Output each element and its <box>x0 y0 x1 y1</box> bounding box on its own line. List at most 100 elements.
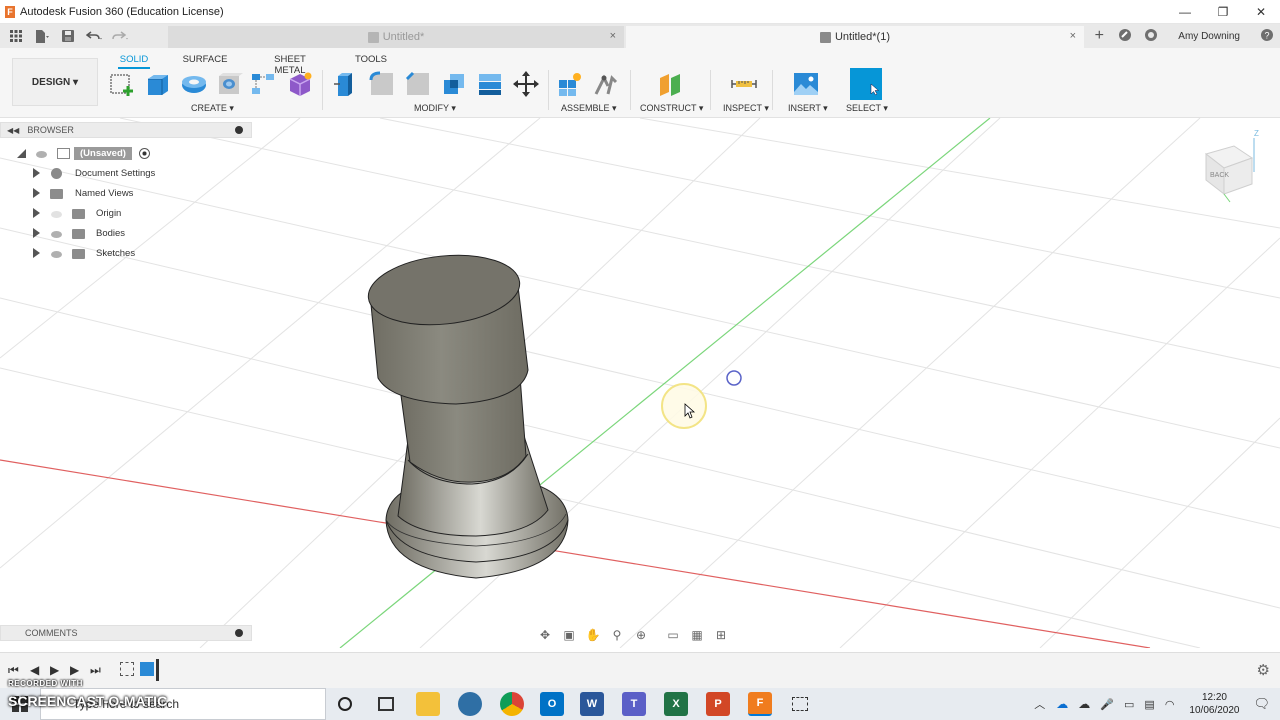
tree-root-row[interactable]: (Unsaved) <box>0 145 252 163</box>
fit-zoom-icon[interactable]: ⊕ <box>630 627 652 643</box>
redo-icon[interactable] <box>110 26 130 46</box>
offset-plane-icon[interactable] <box>656 70 684 98</box>
joint-icon[interactable] <box>592 70 620 98</box>
measure-icon[interactable] <box>730 70 758 98</box>
user-account[interactable]: Amy Downing <box>1178 31 1240 42</box>
file-explorer-icon[interactable] <box>416 692 440 716</box>
data-panel-grid-icon[interactable] <box>6 26 26 46</box>
zoom-icon[interactable]: ⚲ <box>606 627 628 643</box>
file-menu-icon[interactable] <box>32 26 52 46</box>
pan-hand-icon[interactable]: ✋ <box>582 627 604 643</box>
pattern-icon[interactable] <box>250 70 278 98</box>
onedrive-icon[interactable]: ☁ <box>1056 697 1068 711</box>
tree-item-named-views[interactable]: Named Views <box>0 185 252 203</box>
look-at-icon[interactable]: ▣ <box>558 627 580 643</box>
outlook-icon[interactable]: O <box>540 692 564 716</box>
fusion-taskbar-icon[interactable]: F <box>748 692 772 716</box>
battery-icon[interactable]: ▭ <box>1124 698 1134 711</box>
insert-menu[interactable]: INSERT ▾ <box>788 103 828 114</box>
tab-untitled[interactable]: Untitled* × <box>168 26 624 48</box>
powerpoint-icon[interactable]: P <box>706 692 730 716</box>
combine-icon[interactable] <box>476 70 504 98</box>
extrude-icon[interactable] <box>144 70 172 98</box>
viewcube[interactable]: Z BACK <box>1200 128 1262 206</box>
fillet-icon[interactable] <box>368 70 396 98</box>
insert-image-icon[interactable] <box>792 70 820 98</box>
task-view-icon[interactable] <box>378 697 394 711</box>
excel-icon[interactable]: X <box>664 692 688 716</box>
close-window-button[interactable]: ✕ <box>1242 0 1280 24</box>
step-forward-icon[interactable]: ▶ <box>70 663 79 677</box>
notifications-icon[interactable] <box>1138 28 1164 45</box>
expand-triangle-icon[interactable] <box>33 228 40 238</box>
action-center-icon[interactable]: 🗨 <box>1253 696 1270 712</box>
construct-menu[interactable]: CONSTRUCT ▾ <box>640 103 703 114</box>
wifi-icon[interactable]: ◠ <box>1165 698 1175 711</box>
onedrive-personal-icon[interactable]: ☁ <box>1078 697 1090 711</box>
chrome-icon[interactable] <box>500 692 524 716</box>
job-status-icon[interactable] <box>1112 28 1138 45</box>
snipping-tool-icon[interactable] <box>792 697 808 711</box>
move-copy-icon[interactable] <box>512 70 540 98</box>
activate-radio-icon[interactable] <box>139 148 150 159</box>
orbit-icon[interactable]: ✥ <box>534 627 556 643</box>
modify-menu[interactable]: MODIFY ▾ <box>414 103 456 114</box>
panel-minimize-icon[interactable] <box>235 126 243 134</box>
tab-solid[interactable]: SOLID <box>118 52 150 69</box>
add-comment-icon[interactable] <box>235 629 243 637</box>
browser-header[interactable]: ◀◀ BROWSER <box>0 122 252 138</box>
tab-untitled-1[interactable]: Untitled*(1) × <box>626 26 1084 48</box>
revolve-icon[interactable] <box>180 70 208 98</box>
expand-triangle-icon[interactable] <box>33 188 40 198</box>
maximize-button[interactable]: ❐ <box>1204 0 1242 24</box>
workspace-switcher-button[interactable]: DESIGN ▾ <box>12 58 98 106</box>
expand-triangle-icon[interactable] <box>33 168 40 178</box>
tab-close-icon[interactable]: × <box>1070 30 1076 42</box>
inspect-menu[interactable]: INSPECT ▾ <box>723 103 769 114</box>
tab-close-icon[interactable]: × <box>610 30 616 42</box>
comments-panel[interactable]: COMMENTS <box>0 625 252 641</box>
microphone-icon[interactable]: 🎤 <box>1100 698 1114 711</box>
grid-settings-icon[interactable]: ▦ <box>686 627 708 643</box>
create-menu[interactable]: CREATE ▾ <box>191 103 234 114</box>
tab-tools[interactable]: TOOLS <box>352 52 390 67</box>
new-tab-button[interactable]: + <box>1086 27 1112 45</box>
teams-icon[interactable]: T <box>622 692 646 716</box>
save-icon[interactable] <box>58 26 78 46</box>
help-icon[interactable]: ? <box>1254 28 1280 45</box>
hole-icon[interactable] <box>216 70 244 98</box>
go-to-start-icon[interactable]: ⏮ <box>8 663 19 678</box>
word-icon[interactable]: W <box>580 692 604 716</box>
expand-triangle-icon[interactable] <box>33 248 40 258</box>
go-to-end-icon[interactable]: ⏭ <box>90 663 101 678</box>
new-component-icon[interactable] <box>556 70 584 98</box>
cortana-circle-icon[interactable] <box>338 697 352 711</box>
taskbar-clock[interactable]: 12:20 10/06/2020 <box>1189 691 1239 717</box>
tree-item-bodies[interactable]: Bodies <box>0 225 252 243</box>
app-icon[interactable] <box>458 692 482 716</box>
assemble-menu[interactable]: ASSEMBLE ▾ <box>561 103 617 114</box>
create-form-icon[interactable] <box>286 70 314 98</box>
visibility-eye-icon[interactable] <box>51 231 62 238</box>
visibility-eye-off-icon[interactable] <box>51 211 62 218</box>
collapse-panel-icon[interactable]: ◀◀ <box>7 126 19 135</box>
select-tool-button[interactable] <box>850 68 882 100</box>
tree-item-sketches[interactable]: Sketches <box>0 245 252 263</box>
timeline-settings-gear-icon[interactable]: ⚙ <box>1257 661 1270 679</box>
undo-icon[interactable] <box>84 26 104 46</box>
play-icon[interactable]: ▶ <box>50 663 59 677</box>
network-icon[interactable]: ▤ <box>1144 698 1154 711</box>
minimize-button[interactable]: — <box>1166 0 1204 24</box>
create-sketch-icon[interactable] <box>108 70 136 98</box>
visibility-eye-icon[interactable] <box>36 151 47 158</box>
timeline-sketch-feature-icon[interactable] <box>120 662 134 676</box>
tab-surface[interactable]: SURFACE <box>182 52 228 67</box>
tray-chevron-icon[interactable]: ︿ <box>1034 696 1045 712</box>
tree-item-document-settings[interactable]: Document Settings <box>0 165 252 183</box>
visibility-eye-icon[interactable] <box>51 251 62 258</box>
tree-item-origin[interactable]: Origin <box>0 205 252 223</box>
collapse-triangle-icon[interactable] <box>17 149 26 158</box>
select-menu[interactable]: SELECT ▾ <box>846 103 888 114</box>
shell-icon[interactable] <box>440 70 468 98</box>
viewports-icon[interactable]: ⊞ <box>710 627 732 643</box>
